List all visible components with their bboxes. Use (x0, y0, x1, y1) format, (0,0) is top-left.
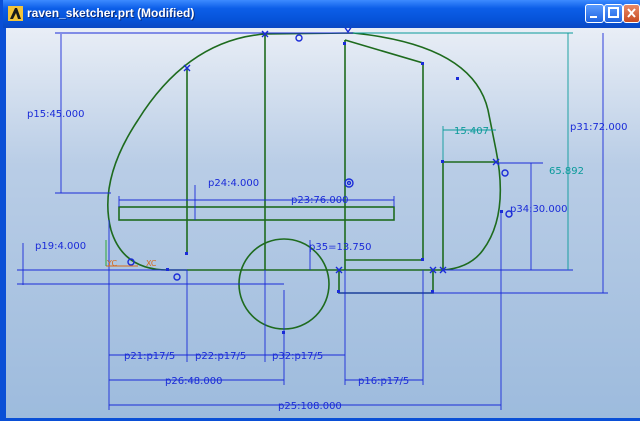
minimize-button[interactable] (585, 4, 604, 23)
dim-p23[interactable]: p23:76.000 (291, 195, 348, 206)
trailer-body-outline[interactable] (107, 32, 502, 271)
title-bar[interactable]: raven_sketcher.prt (Modified) (3, 0, 640, 28)
nx-sketcher-window: raven_sketcher.prt (Modified) YC XC p15:… (0, 0, 640, 421)
nx-app-icon (8, 6, 23, 21)
dimension-labels[interactable]: p15:45.000 p24:4.000 p23:76.000 p19:4.00… (27, 109, 627, 412)
y-axis-label: YC (106, 259, 117, 268)
dim-p35[interactable]: p35=13.750 (309, 242, 371, 253)
dim-p16[interactable]: p16:p17/5 (358, 376, 409, 387)
maximize-icon (608, 7, 619, 18)
minimize-icon (590, 16, 597, 18)
chassis-frame[interactable] (338, 270, 434, 294)
rear-window[interactable] (442, 161, 496, 270)
dim-p24[interactable]: p24:4.000 (208, 178, 259, 189)
dim-p31[interactable]: p31:72.000 (570, 122, 627, 133)
dim-p15[interactable]: p15:45.000 (27, 109, 84, 120)
dim-p32[interactable]: p32:p17/5 (272, 351, 323, 362)
dim-p34[interactable]: p34:30.000 (510, 204, 567, 215)
maximize-button[interactable] (604, 4, 623, 23)
dim-p26[interactable]: p26:48.000 (165, 376, 222, 387)
dim-p22[interactable]: p22:p17/5 (195, 351, 246, 362)
dim-ref-15407[interactable]: 15.407 (454, 126, 489, 137)
sketch-axes: YC XC (105, 240, 157, 268)
dim-p19[interactable]: p19:4.000 (35, 241, 86, 252)
dim-ref-65892[interactable]: 65.892 (549, 166, 584, 177)
close-icon (627, 8, 636, 18)
door-panel[interactable] (344, 39, 424, 261)
dim-p25[interactable]: p25:108.000 (278, 401, 342, 412)
close-button[interactable] (623, 4, 640, 23)
sketch-graphics[interactable]: YC XC p15:45.000 p24:4.000 p23:76.000 p1… (6, 28, 640, 418)
window-title: raven_sketcher.prt (Modified) (27, 6, 195, 20)
x-axis-label: XC (146, 259, 157, 268)
trailer-geometry[interactable] (107, 32, 502, 330)
dim-p21[interactable]: p21:p17/5 (124, 351, 175, 362)
sketch-canvas[interactable]: YC XC p15:45.000 p24:4.000 p23:76.000 p1… (6, 28, 640, 418)
window-rect[interactable] (118, 206, 395, 221)
